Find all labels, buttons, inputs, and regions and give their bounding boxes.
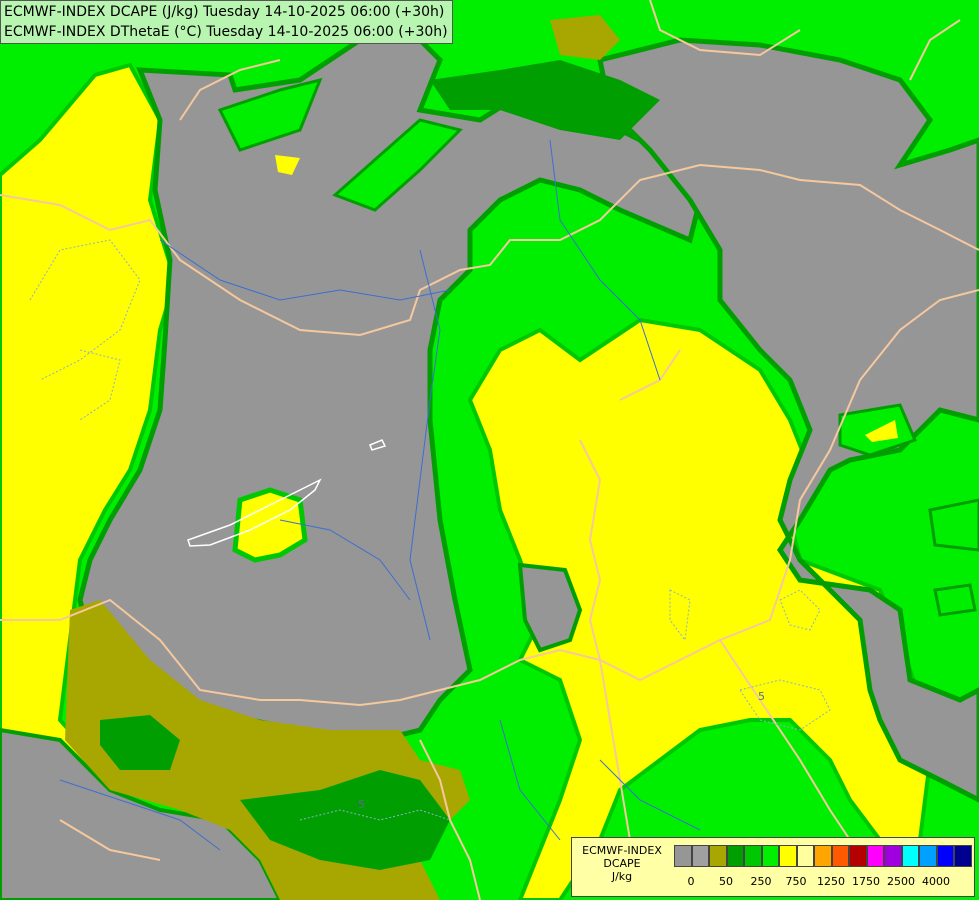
legend-title: ECMWF-INDEX DCAPE J/kg bbox=[572, 844, 672, 883]
legend-title-param: DCAPE bbox=[603, 857, 641, 870]
title-line-dthetae: ECMWF-INDEX DThetaE (°C) Tuesday 14-10-2… bbox=[4, 24, 448, 40]
legend-swatch bbox=[726, 845, 744, 867]
legend-tick-label: 0 bbox=[687, 875, 695, 888]
legend-swatch bbox=[779, 845, 797, 867]
legend-swatch bbox=[796, 845, 814, 867]
legend-tick-label: 750 bbox=[785, 875, 807, 888]
legend-ticks: 0 50 250 750 1250 1750 2500 4000 bbox=[674, 875, 974, 889]
contour-label: 5 bbox=[758, 690, 765, 703]
legend-tick-label: 250 bbox=[750, 875, 772, 888]
title-line-dcape: ECMWF-INDEX DCAPE (J/kg) Tuesday 14-10-2… bbox=[4, 4, 445, 20]
region-green-patch-east-3 bbox=[933, 583, 977, 617]
contour-label: 5 bbox=[358, 798, 365, 811]
legend-swatch bbox=[691, 845, 709, 867]
legend-swatch bbox=[919, 845, 937, 867]
legend-title-source: ECMWF-INDEX bbox=[582, 844, 662, 857]
legend-swatch bbox=[954, 845, 972, 867]
map-title: ECMWF-INDEX DCAPE (J/kg) Tuesday 14-10-2… bbox=[0, 0, 453, 44]
legend-swatch bbox=[866, 845, 884, 867]
legend: ECMWF-INDEX DCAPE J/kg 0 50 250 750 1250… bbox=[571, 837, 975, 897]
legend-swatch bbox=[831, 845, 849, 867]
legend-title-unit: J/kg bbox=[611, 870, 633, 883]
legend-swatch bbox=[936, 845, 954, 867]
legend-tick-label: 1750 bbox=[852, 875, 880, 888]
weather-map: 5 5 bbox=[0, 0, 979, 900]
legend-tick-label: 1250 bbox=[817, 875, 845, 888]
region-green-patch-east-2 bbox=[928, 498, 979, 552]
legend-swatch bbox=[709, 845, 727, 867]
legend-swatch bbox=[814, 845, 832, 867]
legend-swatch bbox=[761, 845, 779, 867]
legend-swatch bbox=[884, 845, 902, 867]
legend-swatch bbox=[674, 845, 692, 867]
legend-swatch bbox=[744, 845, 762, 867]
legend-tick-label: 50 bbox=[719, 875, 733, 888]
legend-swatch bbox=[849, 845, 867, 867]
legend-swatch bbox=[901, 845, 919, 867]
legend-tick-label: 4000 bbox=[922, 875, 950, 888]
legend-swatches bbox=[674, 845, 972, 867]
legend-tick-label: 2500 bbox=[887, 875, 915, 888]
